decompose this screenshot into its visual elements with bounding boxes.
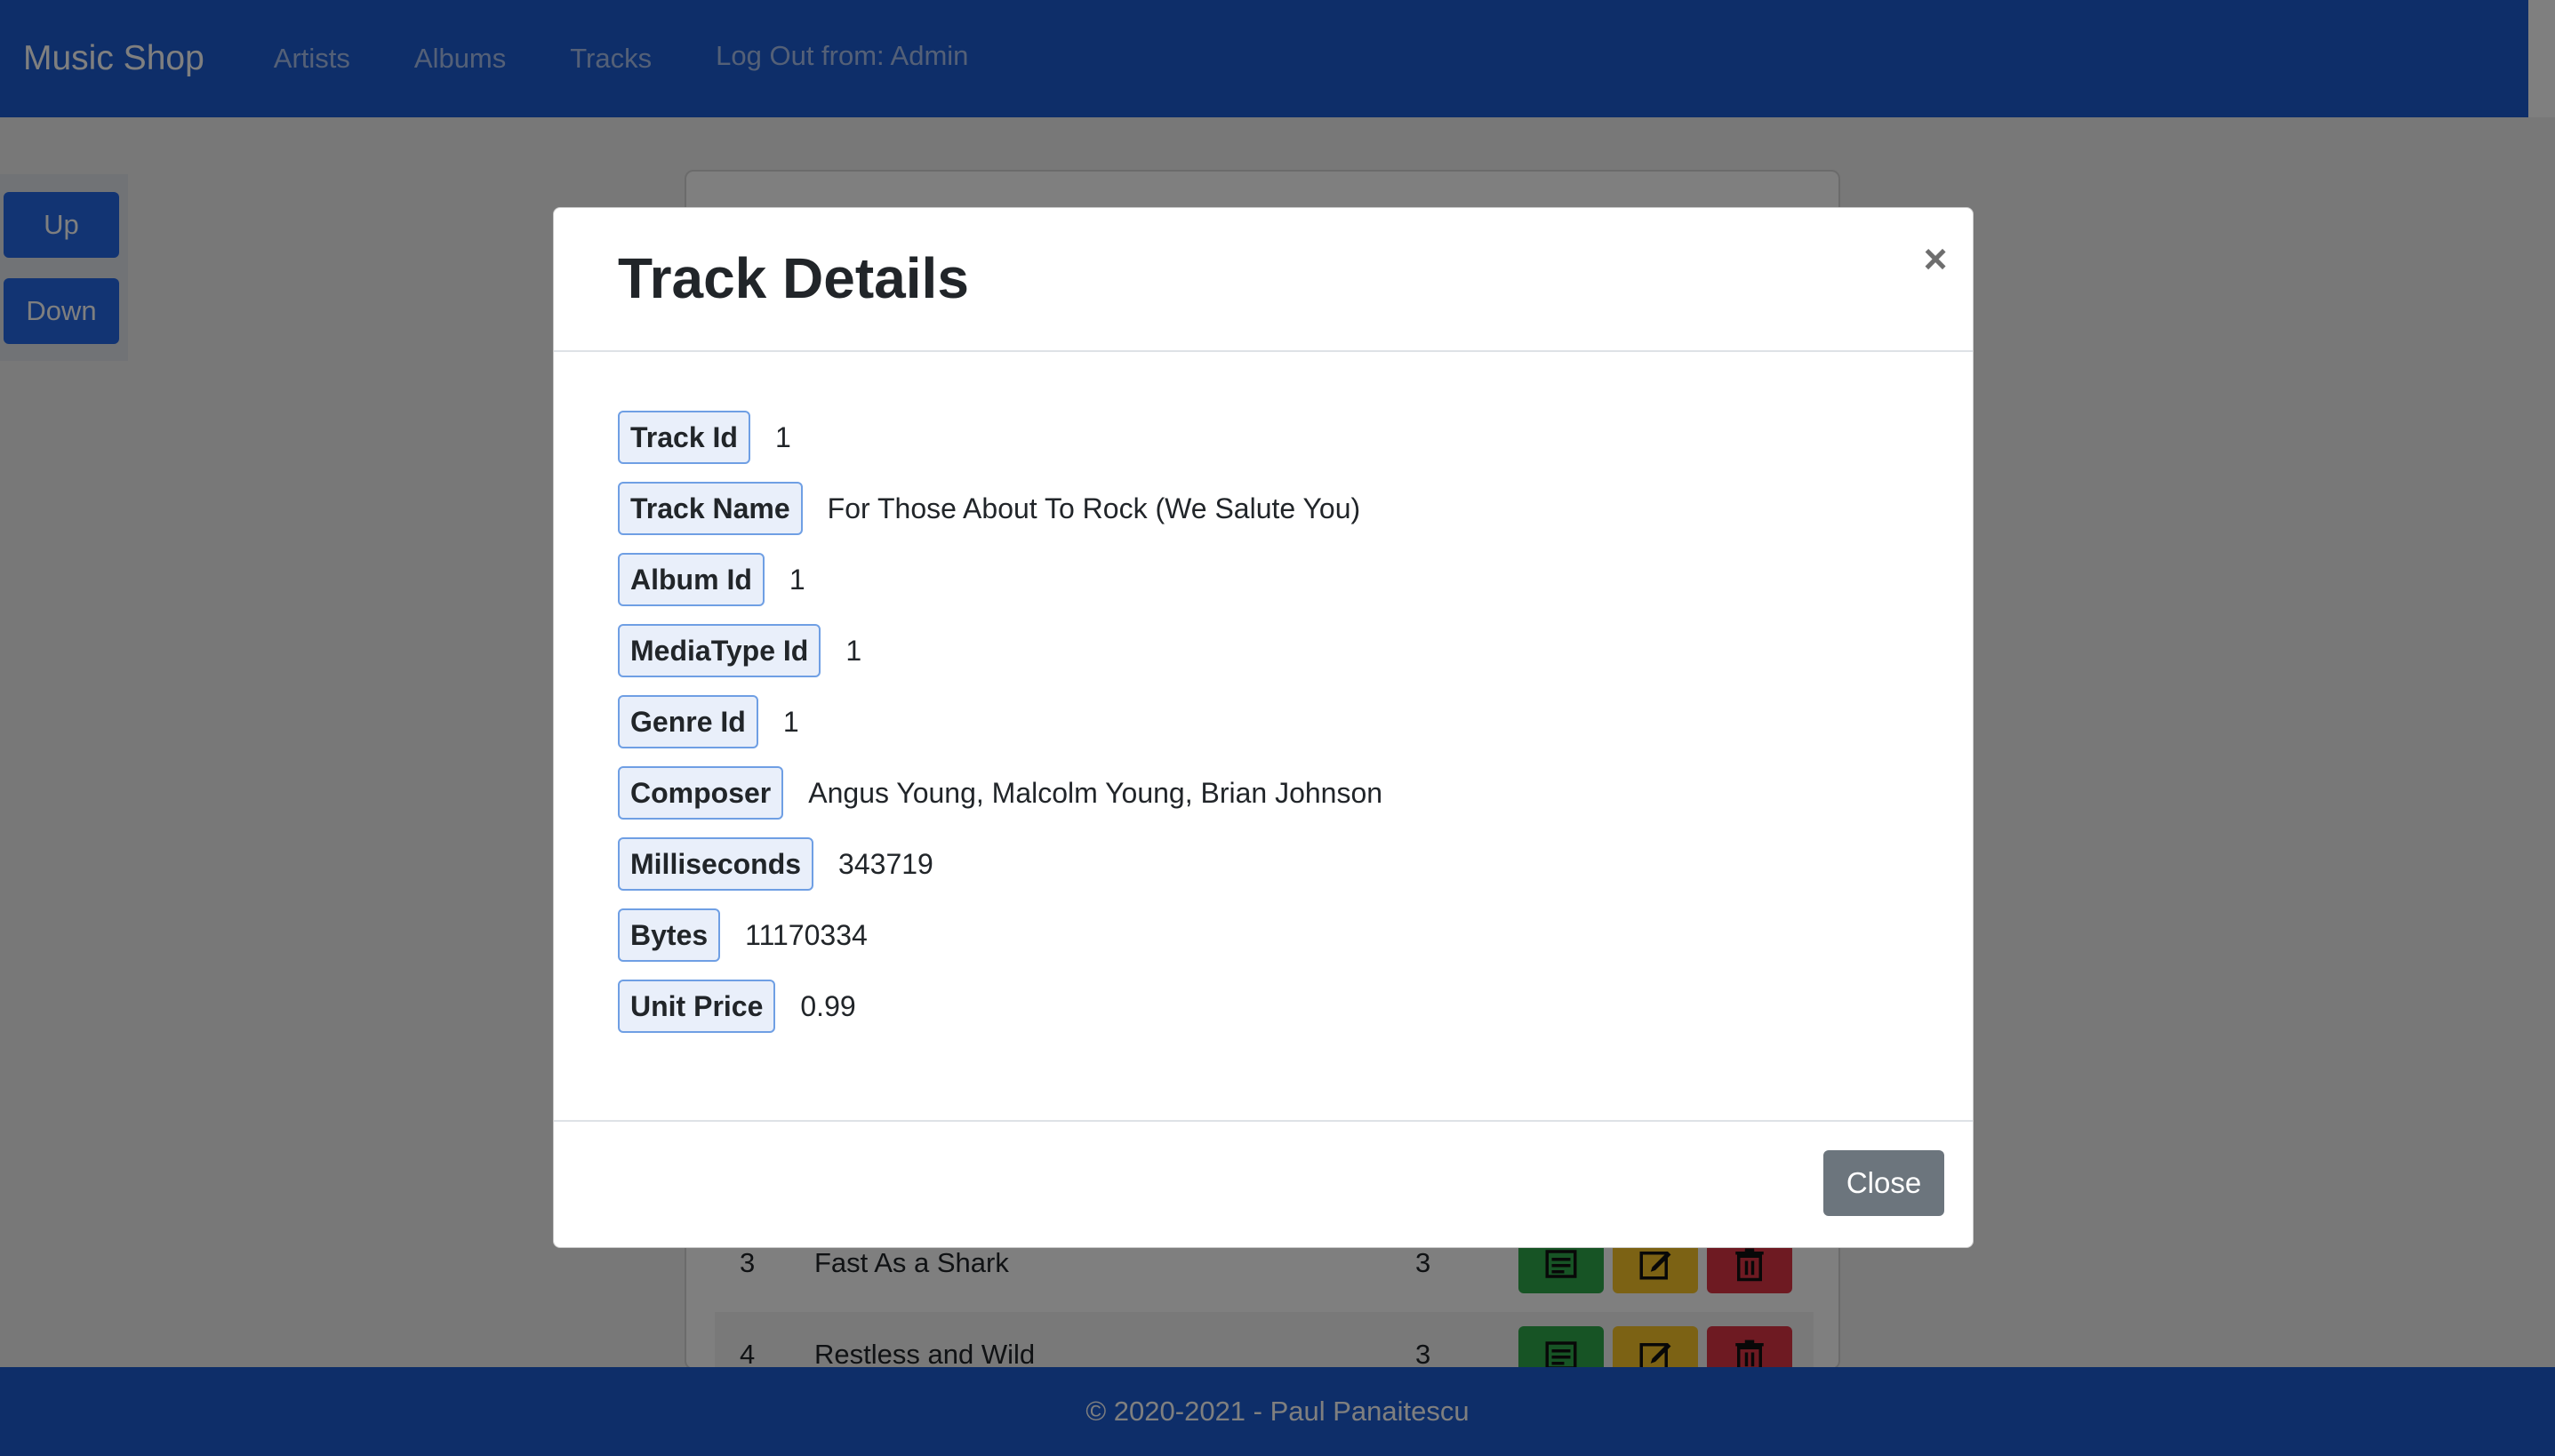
detail-track-id: Track Id 1	[618, 411, 791, 464]
detail-value: 11170334	[745, 918, 868, 951]
detail-bytes: Bytes 11170334	[618, 908, 868, 962]
detail-value: 1	[845, 634, 862, 667]
detail-milliseconds: Milliseconds 343719	[618, 837, 933, 891]
detail-label: Track Name	[618, 482, 803, 535]
detail-track-name: Track Name For Those About To Rock (We S…	[618, 482, 1360, 535]
detail-album-id: Album Id 1	[618, 553, 805, 606]
detail-value: 1	[774, 420, 791, 453]
detail-label: MediaType Id	[618, 624, 821, 677]
detail-genre-id: Genre Id 1	[618, 695, 799, 748]
detail-label: Album Id	[618, 553, 765, 606]
detail-value: For Those About To Rock (We Salute You)	[827, 492, 1361, 524]
detail-value: 343719	[838, 847, 933, 880]
detail-value: 1	[782, 705, 799, 738]
detail-mediatype-id: MediaType Id 1	[618, 624, 861, 677]
close-icon[interactable]: ×	[1914, 235, 1957, 284]
detail-label: Genre Id	[618, 695, 758, 748]
detail-label: Composer	[618, 766, 784, 820]
detail-composer: Composer Angus Young, Malcolm Young, Bri…	[618, 766, 1382, 820]
detail-value: Angus Young, Malcolm Young, Brian Johnso…	[808, 776, 1383, 809]
detail-label: Milliseconds	[618, 837, 814, 891]
modal-title: Track Details	[618, 246, 969, 310]
modal-footer: Close	[554, 1120, 1973, 1249]
detail-label: Bytes	[618, 908, 721, 962]
detail-value: 1	[789, 563, 805, 596]
track-details-modal: Track Details × Track Id 1 Track Name Fo…	[553, 207, 1974, 1248]
modal-header: Track Details ×	[554, 208, 1973, 352]
detail-label: Track Id	[618, 411, 750, 464]
close-button[interactable]: Close	[1823, 1150, 1944, 1216]
detail-label: Unit Price	[618, 980, 776, 1033]
detail-value: 0.99	[800, 989, 856, 1022]
detail-unit-price: Unit Price 0.99	[618, 980, 856, 1033]
